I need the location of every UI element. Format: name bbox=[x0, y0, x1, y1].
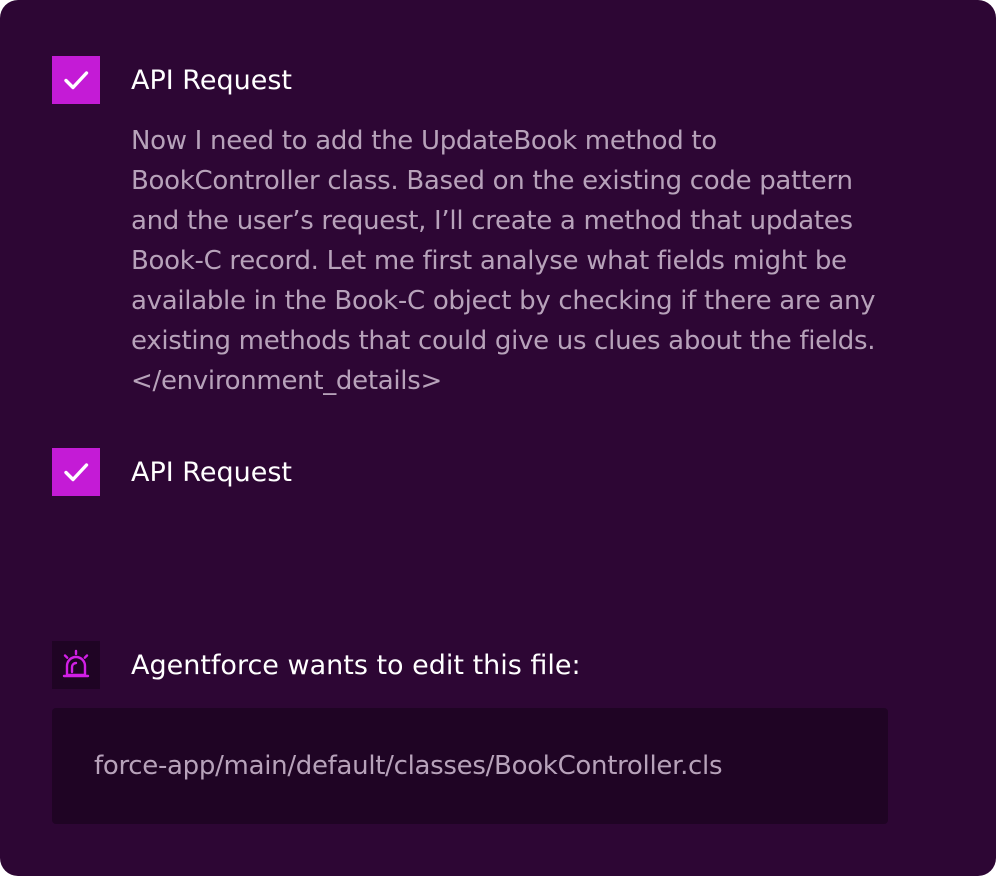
checkmark-icon bbox=[52, 448, 100, 496]
edit-request-label: Agentforce wants to edit this file: bbox=[131, 650, 581, 681]
file-path[interactable]: force-app/main/default/classes/BookContr… bbox=[94, 748, 723, 784]
message-line: Book-C record. Let me first analyse what… bbox=[131, 246, 847, 276]
file-path-box[interactable]: force-app/main/default/classes/BookContr… bbox=[52, 708, 888, 824]
message-line: BookController class. Based on the exist… bbox=[131, 166, 853, 196]
message-line: available in the Book-C object by checki… bbox=[131, 286, 876, 316]
api-request-label: API Request bbox=[131, 457, 292, 488]
message-line: existing methods that could give us clue… bbox=[131, 326, 876, 356]
api-request-label: API Request bbox=[131, 65, 292, 96]
message-line: </environment_details> bbox=[131, 366, 442, 396]
api-request-message: Now I need to add the UpdateBook method … bbox=[131, 121, 991, 401]
message-line: and the user’s request, I’ll create a me… bbox=[131, 206, 853, 236]
alarm-icon bbox=[52, 641, 100, 689]
checkmark-icon bbox=[52, 56, 100, 104]
agent-chat-panel: API Request Now I need to add the Update… bbox=[0, 0, 996, 876]
message-line: Now I need to add the UpdateBook method … bbox=[131, 126, 717, 156]
